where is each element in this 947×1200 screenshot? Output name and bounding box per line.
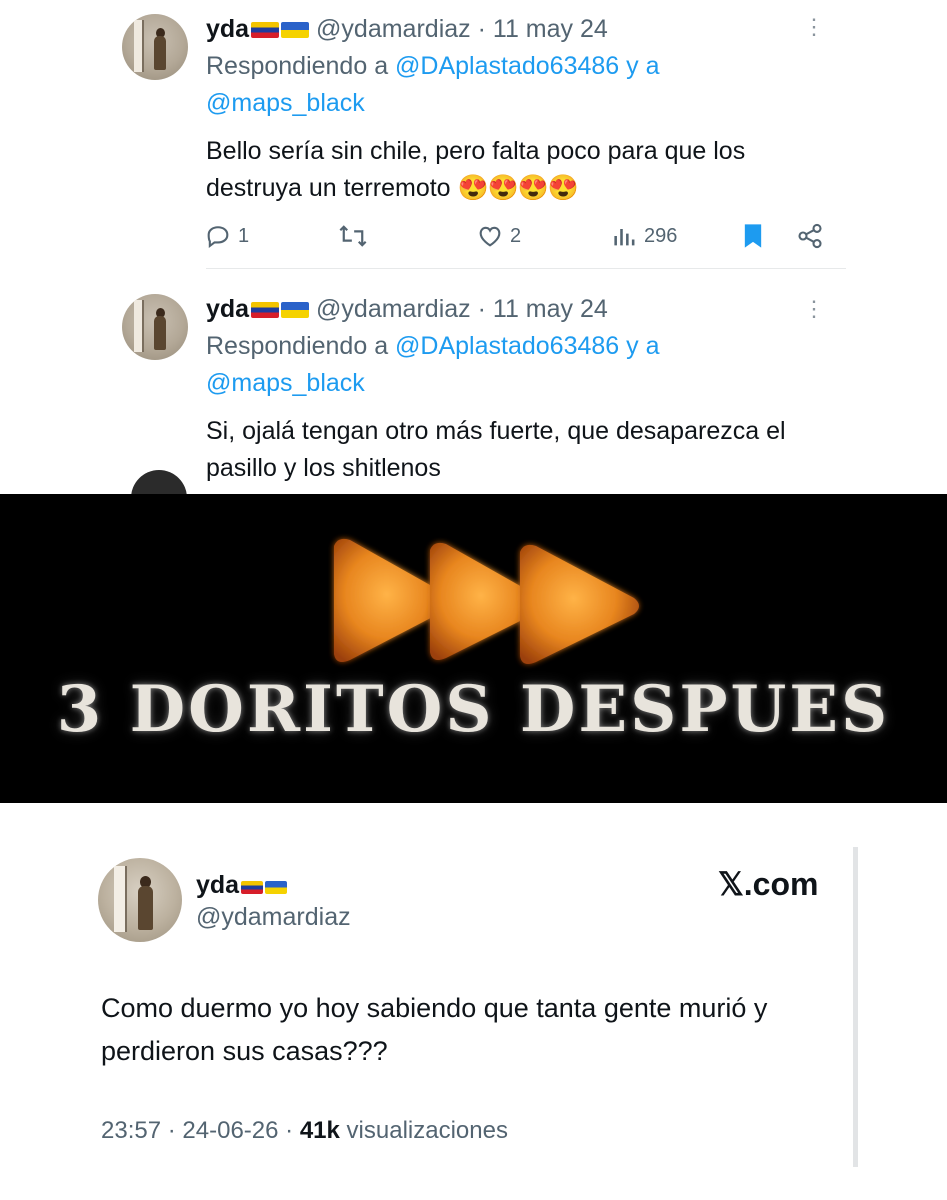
display-name-text: yda: [196, 871, 240, 899]
replying-and: y a: [626, 52, 660, 80]
dorito-chip: [520, 544, 639, 664]
handle[interactable]: @ydamardiaz: [316, 295, 471, 323]
tweet-text: Si, ojalá tengan otro más fuerte, que de…: [206, 417, 786, 482]
mention-link[interactable]: @DAplastado63486: [395, 332, 619, 360]
views-label: visualizaciones: [346, 1117, 508, 1144]
x-brand-logo: 𝕏.com: [718, 866, 819, 902]
heart-icon: [479, 226, 501, 247]
retweet-button[interactable]: [338, 218, 368, 254]
tweet-date[interactable]: 11 may 24: [493, 295, 608, 323]
reply-button[interactable]: 1: [204, 218, 249, 254]
bookmark-button[interactable]: [740, 218, 766, 254]
avatar[interactable]: [98, 858, 182, 942]
tweet-date[interactable]: 24-06-26: [182, 1117, 278, 1144]
more-options-icon[interactable]: ⋮: [803, 298, 825, 320]
avatar[interactable]: [122, 14, 188, 80]
mention-link[interactable]: @maps_black: [206, 89, 365, 117]
venezuela-flag-icon: [241, 881, 264, 894]
share-icon: [798, 223, 822, 249]
display-name[interactable]: yda: [206, 295, 249, 323]
banner-title: 3 DORITOS DESPUES: [56, 672, 891, 747]
tweet[interactable]: yda @ydamardiaz · 11 may 24 ⋮ Respondien…: [0, 0, 947, 283]
ukraine-flag-icon: [281, 22, 310, 38]
avatar[interactable]: [122, 294, 188, 360]
display-name[interactable]: yda: [196, 871, 288, 900]
replying-prefix: Respondiendo a: [206, 52, 389, 80]
replying-prefix: Respondiendo a: [206, 332, 389, 360]
tweet-text: Como duermo yo hoy sabiendo que tanta ge…: [101, 993, 768, 1066]
share-button[interactable]: [796, 218, 824, 254]
mention-link[interactable]: @DAplastado63486: [395, 52, 619, 80]
more-options-icon[interactable]: ⋮: [803, 16, 825, 38]
bookmark-icon: [744, 224, 762, 248]
scroll-indicator: [853, 847, 858, 1167]
venezuela-flag-icon: [251, 302, 280, 318]
ukraine-flag-icon: [281, 302, 310, 318]
handle[interactable]: @ydamardiaz: [196, 903, 351, 932]
separator-dot: ·: [167, 1117, 176, 1144]
like-count: 2: [510, 224, 522, 247]
replying-to: Respondiendo a @DAplastado63486 y a @map…: [206, 328, 846, 402]
tweet-thread: yda @ydamardiaz · 11 may 24 ⋮ Respondien…: [0, 0, 947, 495]
tweet-date[interactable]: 11 may 24: [493, 15, 608, 43]
meme-banner: 3 DORITOS DESPUES: [0, 494, 947, 803]
tweet-card[interactable]: yda @ydamardiaz 𝕏.com Como duermo yo hoy…: [0, 803, 947, 1200]
separator-dot: ·: [477, 295, 486, 323]
views-count: 41k: [299, 1117, 340, 1144]
tweet-footer: 23:57 · 24-06-26 · 41k visualizaciones: [101, 1117, 508, 1145]
retweet-icon: [339, 225, 367, 247]
like-button[interactable]: 2: [476, 218, 521, 254]
doritos-chips-image: [334, 538, 639, 664]
reply-count: 1: [238, 224, 250, 247]
tweet-text: Bello sería sin chile, pero falta poco p…: [206, 133, 846, 207]
tweet-divider: [206, 268, 846, 269]
tweet-time[interactable]: 23:57: [101, 1117, 161, 1144]
mention-link[interactable]: @maps_black: [206, 369, 365, 397]
heart-eyes-emojis: 😍😍😍😍: [457, 174, 580, 202]
views-button[interactable]: 296: [612, 218, 677, 254]
views-count: 296: [644, 224, 678, 247]
handle[interactable]: @ydamardiaz: [316, 15, 471, 43]
reply-icon: [207, 226, 229, 249]
ukraine-flag-icon: [265, 881, 288, 894]
tweet-header: yda @ydamardiaz · 11 may 24: [206, 295, 608, 324]
separator-dot: ·: [477, 15, 486, 43]
venezuela-flag-icon: [251, 22, 280, 38]
replying-and: y a: [626, 332, 660, 360]
replying-to: Respondiendo a @DAplastado63486 y a @map…: [206, 48, 846, 122]
views-icon: [614, 229, 635, 246]
tweet-header: yda @ydamardiaz · 11 may 24: [206, 15, 608, 44]
tweet-actions: 1 2 296: [0, 218, 947, 258]
display-name[interactable]: yda: [206, 15, 249, 43]
separator-dot: ·: [285, 1117, 294, 1144]
